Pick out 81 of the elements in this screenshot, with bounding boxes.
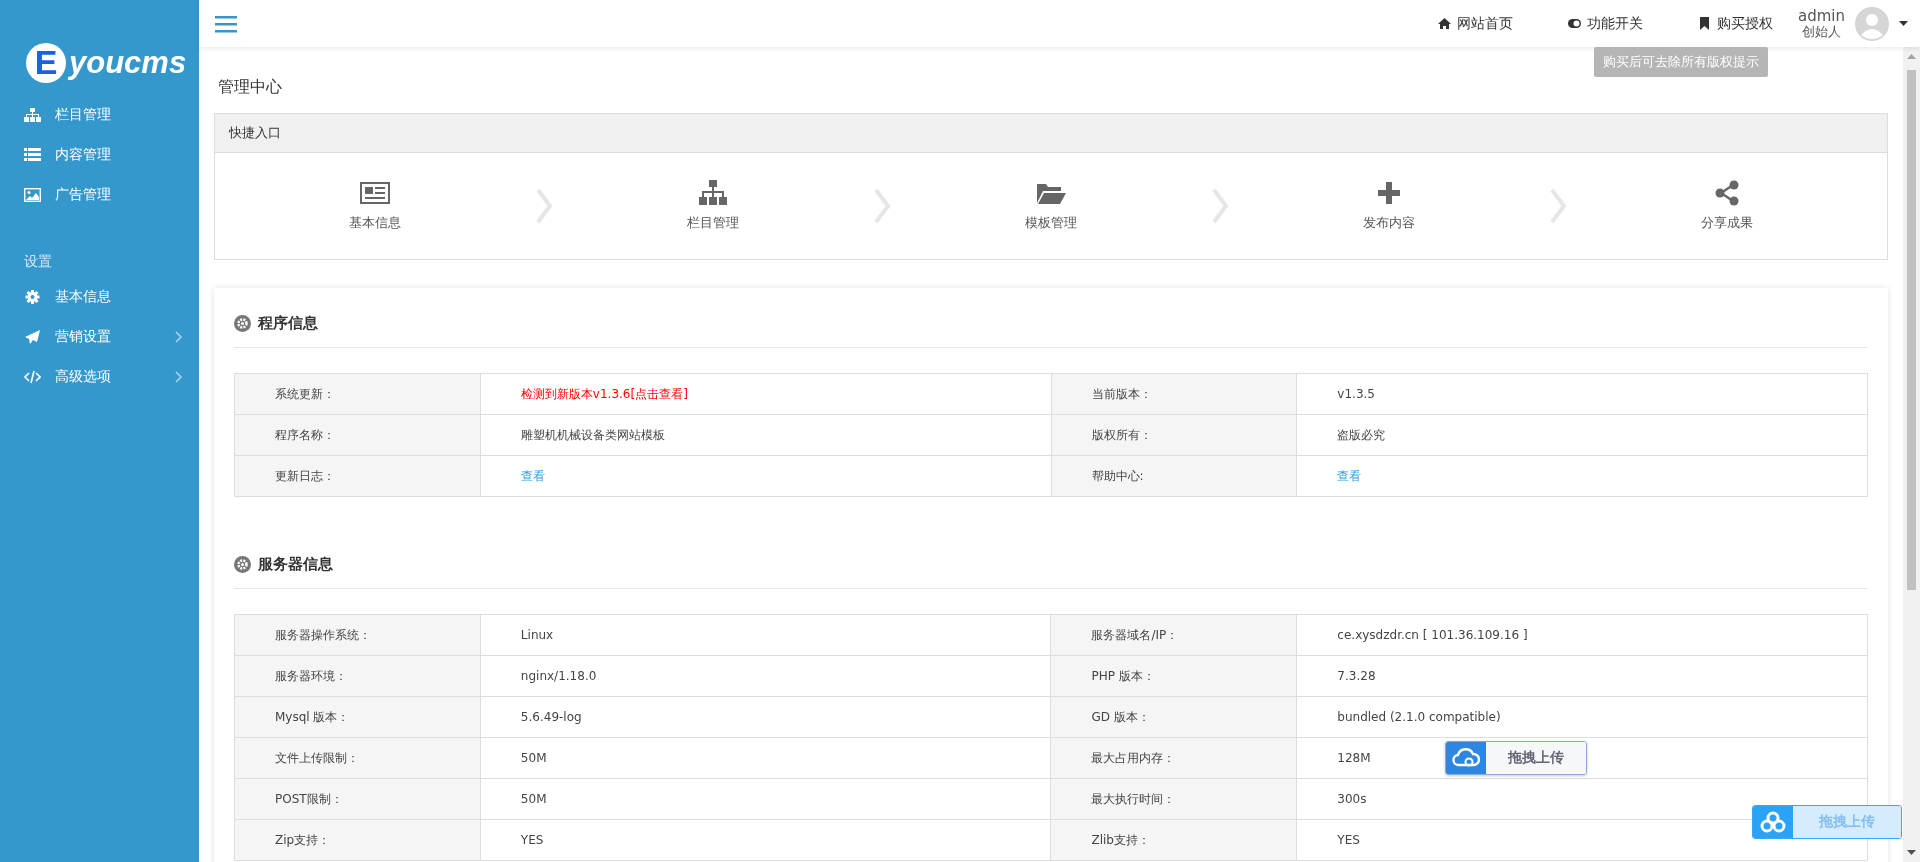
quick-entry-link[interactable]: 栏目管理 xyxy=(553,180,873,232)
table-cell: 50M xyxy=(480,737,1051,779)
table-cell: 最大占用内存： xyxy=(1051,737,1297,779)
scroll-down-icon xyxy=(1907,850,1916,855)
table-cell: nginx/1.18.0 xyxy=(480,655,1051,697)
user-role: 创始人 xyxy=(1802,23,1841,39)
tooltip: 购买后可去除所有版权提示 xyxy=(1594,47,1768,77)
sidebar-item[interactable]: 广告管理 xyxy=(0,175,199,215)
cloud-icon xyxy=(1452,747,1480,769)
logo-letter: E xyxy=(26,42,66,83)
page-title: 管理中心 xyxy=(218,75,282,98)
chevron-icon xyxy=(1549,188,1567,224)
table-cell: 更新日志： xyxy=(234,455,481,497)
quick-entry-link[interactable]: 发布内容 xyxy=(1229,180,1549,232)
quick-entry-link[interactable]: 基本信息 xyxy=(215,180,535,232)
scroll-up-icon xyxy=(1907,54,1916,59)
header-link[interactable]: 网站首页 xyxy=(1438,14,1513,33)
quick-entry-link[interactable]: 分享成果 xyxy=(1567,180,1887,232)
section-title: 程序信息 xyxy=(258,314,318,333)
menu-icon[interactable] xyxy=(215,14,237,33)
sidebar-item[interactable]: 基本信息 xyxy=(0,277,199,317)
panel-header: 快捷入口 xyxy=(215,114,1887,153)
table-cell: 雕塑机机械设备类网站模板 xyxy=(480,414,1051,456)
user-name: admin xyxy=(1798,8,1845,24)
sidebar-item[interactable]: 栏目管理 xyxy=(0,95,199,135)
sidebar-item[interactable]: 内容管理 xyxy=(0,135,199,175)
list-icon xyxy=(24,148,41,162)
table-cell: 服务器环境： xyxy=(234,655,481,697)
paper-plane-icon xyxy=(24,330,41,344)
table-cell: 盗版必究 xyxy=(1296,414,1868,456)
table-link[interactable]: 查看 xyxy=(1337,468,1362,483)
table-cell: Zip支持： xyxy=(234,819,481,861)
table-cell: 检测到新版本v1.3.6[点击查看] xyxy=(480,373,1051,415)
logo-text: youcms xyxy=(69,44,188,81)
code-icon xyxy=(24,370,41,384)
cloud-icon xyxy=(1759,811,1787,833)
sidebar-item[interactable]: 营销设置 xyxy=(0,317,199,357)
header-link[interactable]: 购买授权 xyxy=(1698,14,1773,33)
table-cell: 帮助中心: xyxy=(1051,455,1297,497)
table-link[interactable]: 查看 xyxy=(520,468,545,483)
bookmark-icon xyxy=(1698,17,1711,30)
avatar-icon xyxy=(1855,6,1889,41)
chevron-icon xyxy=(1211,188,1229,224)
table-cell: GD 版本： xyxy=(1051,696,1297,738)
table-cell: 服务器操作系统： xyxy=(234,614,481,656)
table-cell: 文件上传限制： xyxy=(234,737,481,779)
table-cell: 版权所有： xyxy=(1051,414,1297,456)
sitemap-icon xyxy=(698,180,728,206)
table-cell: 5.6.49-log xyxy=(480,696,1051,738)
table-cell: POST限制： xyxy=(234,778,481,820)
home-icon xyxy=(1438,17,1451,30)
image-icon xyxy=(24,188,41,202)
table-cell: Linux xyxy=(480,614,1051,656)
table-cell: bundled (2.1.0 compatible) xyxy=(1296,696,1868,738)
table-cell: ce.xysdzdr.cn [ 101.36.109.16 ] xyxy=(1296,614,1868,656)
scrollbar-thumb[interactable] xyxy=(1907,70,1916,590)
table-cell: 服务器域名/IP： xyxy=(1051,614,1297,656)
table-cell: Mysql 版本： xyxy=(234,696,481,738)
sidebar-item[interactable]: 高级选项 xyxy=(0,357,199,397)
newspaper-icon xyxy=(360,180,390,206)
table-cell: 7.3.28 xyxy=(1296,655,1868,697)
table-cell: 系统更新： xyxy=(234,373,481,415)
table-cell: YES xyxy=(480,819,1051,861)
scrollbar[interactable] xyxy=(1903,47,1920,862)
table-cell: 50M xyxy=(480,778,1051,820)
header-link[interactable]: 功能开关 xyxy=(1568,14,1643,33)
caret-icon[interactable] xyxy=(1899,21,1908,26)
quick-entry-link[interactable]: 模板管理 xyxy=(891,180,1211,232)
toggle-icon xyxy=(1568,17,1581,30)
table-cell: Zlib支持： xyxy=(1051,819,1297,861)
chevron-icon xyxy=(535,188,553,224)
table-cell: 程序名称： xyxy=(234,414,481,456)
table-cell: 最大执行时间： xyxy=(1051,778,1297,820)
chevron-icon xyxy=(873,188,891,224)
sidebar-section-title: 设置 xyxy=(23,253,53,271)
upload-button[interactable]: 拖拽上传 xyxy=(1445,741,1587,775)
sitemap-icon xyxy=(24,108,41,122)
table-cell: 当前版本： xyxy=(1051,373,1297,415)
section-title: 服务器信息 xyxy=(258,555,333,574)
table-cell: PHP 版本： xyxy=(1051,655,1297,697)
table-cell: v1.3.5 xyxy=(1296,373,1868,415)
